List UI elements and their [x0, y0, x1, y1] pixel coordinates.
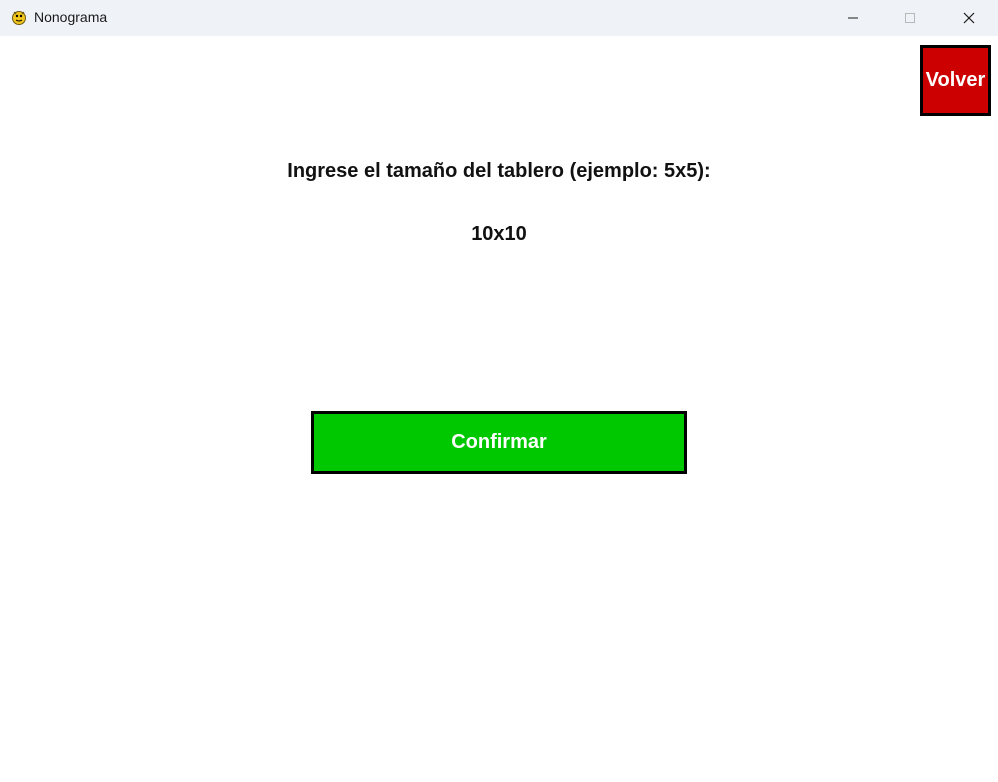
board-size-input[interactable]: 10x10 — [0, 223, 998, 246]
minimize-icon — [848, 17, 858, 19]
maximize-button[interactable] — [881, 0, 939, 36]
back-button[interactable]: Volver — [920, 45, 991, 116]
minimize-button[interactable] — [824, 0, 882, 36]
close-icon — [963, 12, 975, 24]
maximize-icon — [905, 13, 915, 23]
title-bar: Nonograma — [0, 0, 998, 36]
close-button[interactable] — [940, 0, 998, 36]
app-window: Nonograma Volver Ingrese el tamaño del t… — [0, 0, 998, 782]
app-snake-icon — [10, 8, 28, 26]
board-size-prompt: Ingrese el tamaño del tablero (ejemplo: … — [287, 160, 711, 182]
window-title: Nonograma — [34, 9, 108, 25]
confirm-button[interactable]: Confirmar — [311, 411, 687, 474]
